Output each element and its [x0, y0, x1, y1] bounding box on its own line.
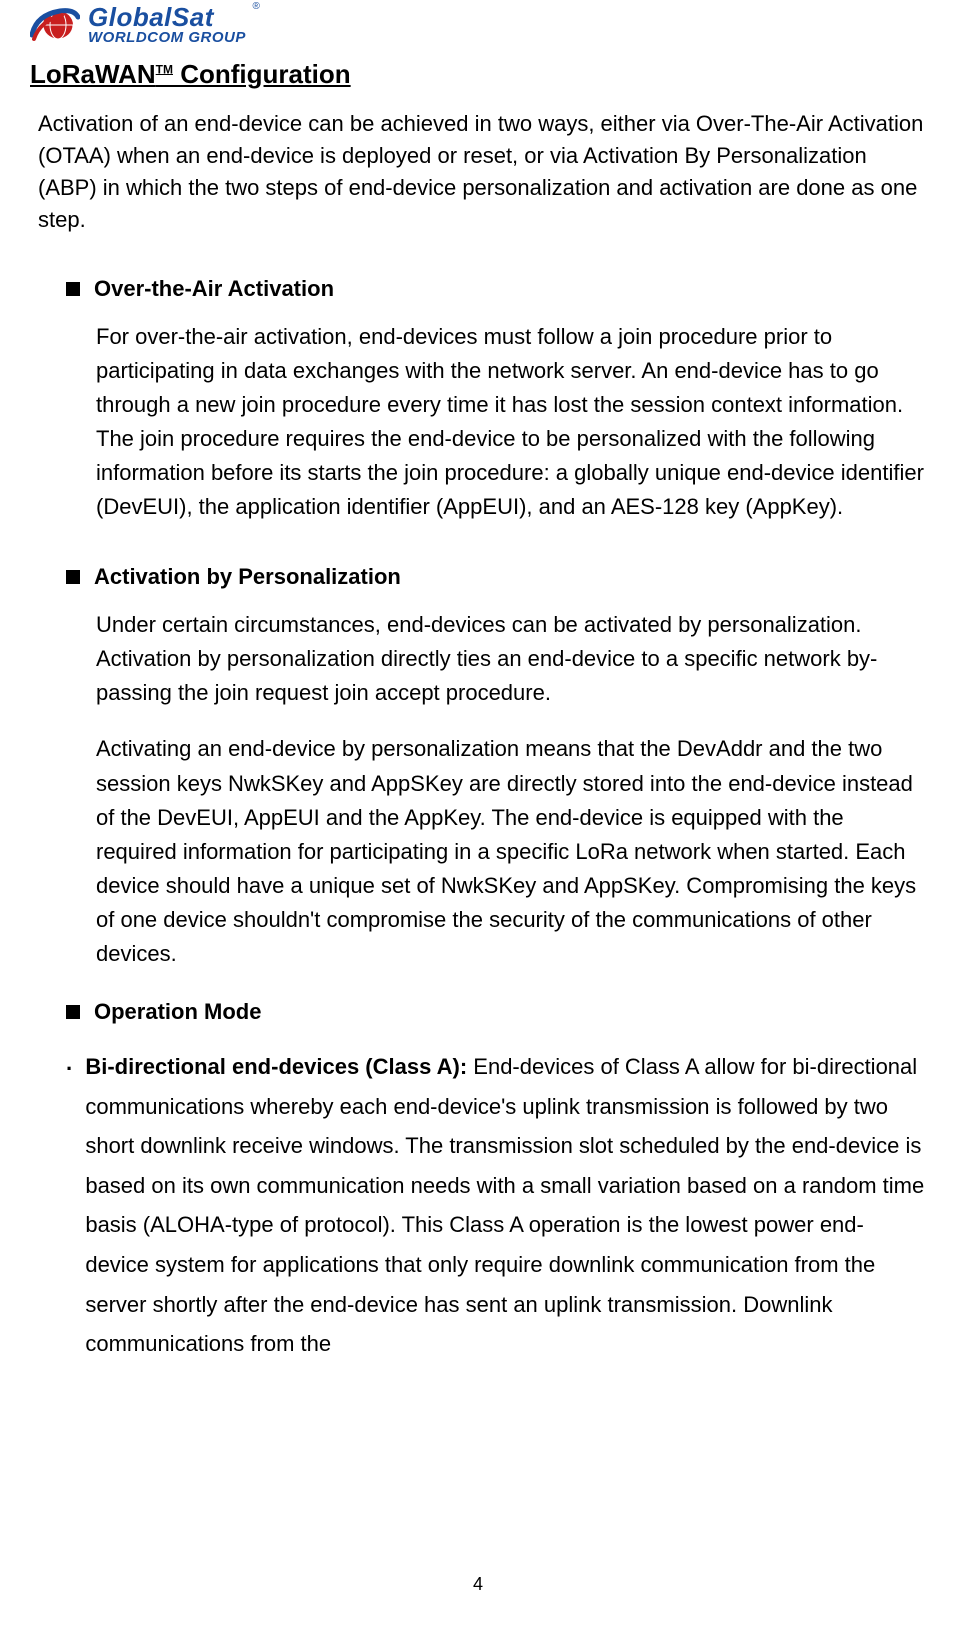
otaa-body: For over-the-air activation, end-devices…	[96, 320, 926, 525]
class-a-body: End-devices of Class A allow for bi-dire…	[85, 1054, 924, 1356]
abp-body-1: Under certain circumstances, end-devices…	[96, 608, 926, 710]
square-bullet-icon	[66, 282, 80, 296]
page-number: 4	[0, 1574, 956, 1595]
class-a-item: · Bi-directional end-devices (Class A): …	[66, 1047, 926, 1364]
class-a-text: Bi-directional end-devices (Class A): En…	[85, 1047, 926, 1364]
opmode-heading: Operation Mode	[66, 999, 926, 1025]
brand-logo: GlobalSat WORLDCOM GROUP ®	[30, 0, 926, 45]
intro-paragraph: Activation of an end-device can be achie…	[38, 108, 926, 236]
dot-bullet-icon: ·	[66, 1049, 73, 1089]
otaa-heading: Over-the-Air Activation	[66, 276, 926, 302]
brand-text: GlobalSat WORLDCOM GROUP ®	[88, 4, 246, 45]
title-tail: Configuration	[173, 59, 351, 89]
title-trademark: TM	[156, 62, 173, 76]
otaa-heading-text: Over-the-Air Activation	[94, 276, 334, 302]
class-a-label: Bi-directional end-devices (Class A):	[85, 1054, 473, 1079]
opmode-heading-text: Operation Mode	[94, 999, 261, 1025]
abp-heading-text: Activation by Personalization	[94, 564, 401, 590]
document-page: GlobalSat WORLDCOM GROUP ® LoRaWANTM Con…	[0, 0, 956, 1625]
title-main: LoRaWAN	[30, 59, 156, 89]
brand-name: GlobalSat	[88, 4, 246, 30]
abp-heading: Activation by Personalization	[66, 564, 926, 590]
globe-swoosh-icon	[30, 7, 80, 43]
registered-mark: ®	[252, 2, 259, 12]
abp-body-2: Activating an end-device by personalizat…	[96, 732, 926, 971]
page-title: LoRaWANTM Configuration	[30, 59, 926, 90]
square-bullet-icon	[66, 570, 80, 584]
square-bullet-icon	[66, 1005, 80, 1019]
brand-subtitle: WORLDCOM GROUP	[88, 30, 246, 45]
